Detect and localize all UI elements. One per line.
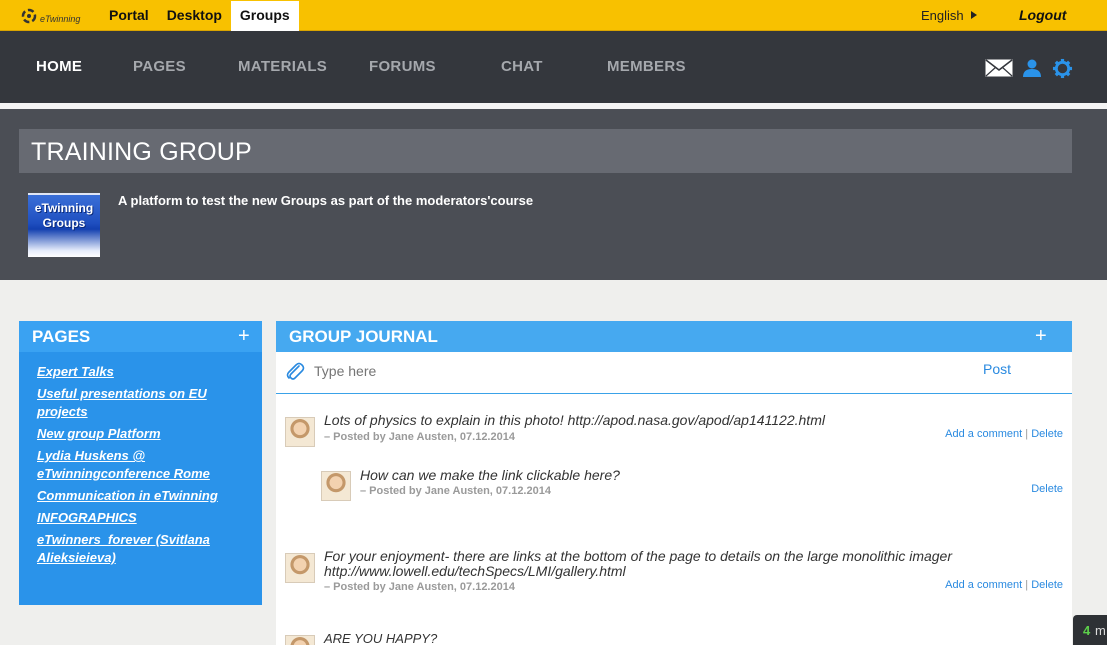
group-title-bar: TRAINING GROUP (19, 129, 1072, 173)
toplink-portal[interactable]: Portal (100, 0, 158, 31)
logo-text: eTwinning (40, 14, 81, 24)
thumbnail-line-1: eTwinning (34, 201, 94, 215)
avatar (285, 635, 315, 645)
entry-actions: Delete (1031, 483, 1063, 495)
entry-meta: – Posted by Jane Austen, 07.12.2014 (360, 485, 551, 497)
etwinning-logo[interactable]: eTwinning (20, 5, 90, 27)
nav-members[interactable]: MEMBERS (607, 58, 686, 75)
add-comment-link[interactable]: Add a comment (945, 579, 1022, 591)
page-link-lydia-huskens[interactable]: Lydia Huskens @ eTwinningconference Rome (37, 447, 252, 483)
group-journal: GROUP JOURNAL + Post Lots of physics to … (276, 321, 1072, 645)
delete-link[interactable]: Delete (1031, 483, 1063, 495)
delete-link[interactable]: Delete (1031, 579, 1063, 591)
journal-compose: Post (276, 352, 1072, 394)
journal-entry: ARE YOU HAPPY? (276, 627, 1072, 645)
top-links: Portal Desktop Groups (100, 0, 299, 31)
group-title: TRAINING GROUP (31, 138, 252, 166)
entry-message-line-1: For your enjoyment- there are links at t… (324, 548, 953, 564)
attachment-paperclip-icon[interactable] (284, 361, 306, 383)
pages-panel-title: PAGES (32, 327, 91, 346)
nav-materials[interactable]: MATERIALS (238, 58, 327, 75)
nav-forums[interactable]: FORUMS (369, 58, 436, 75)
language-selector[interactable]: English (921, 8, 964, 23)
top-bar: eTwinning Portal Desktop Groups English … (0, 0, 1107, 31)
avatar (285, 417, 315, 447)
toplink-groups[interactable]: Groups (230, 1, 299, 31)
journal-entry: Lots of physics to explain in this photo… (276, 405, 1072, 455)
page-link-expert-talks[interactable]: Expert Talks (37, 363, 252, 381)
thumbnail-line-2: Groups (42, 216, 86, 230)
group-header: TRAINING GROUP eTwinning Groups A platfo… (0, 109, 1107, 280)
entry-actions: Add a comment | Delete (945, 579, 1063, 591)
nav-home[interactable]: HOME (36, 58, 82, 75)
separator: | (1025, 579, 1029, 591)
page-link-infographics[interactable]: INFOGRAPHICS (37, 509, 252, 527)
nav-chat[interactable]: CHAT (501, 58, 543, 75)
pages-list: Expert Talks Useful presentations on EU … (37, 363, 252, 571)
pages-panel-header: PAGES + (19, 321, 262, 352)
delete-link[interactable]: Delete (1031, 428, 1063, 440)
mail-icon[interactable] (985, 59, 1013, 77)
entry-meta: – Posted by Jane Austen, 07.12.2014 (324, 431, 515, 443)
chat-label: m (1095, 623, 1106, 638)
entry-message: ARE YOU HAPPY? (324, 631, 438, 645)
journal-reply: How can we make the link clickable here?… (276, 461, 1072, 511)
journal-entry: For your enjoyment- there are links at t… (276, 541, 1072, 601)
add-journal-plus-icon[interactable]: + (1035, 326, 1047, 346)
page-link-new-group-platform[interactable]: New group Platform (37, 425, 252, 443)
entry-message: How can we make the link clickable here? (360, 467, 620, 483)
pages-panel: PAGES + Expert Talks Useful presentation… (19, 321, 262, 605)
page-link-communication[interactable]: Communication in eTwinning (37, 487, 252, 505)
avatar (285, 553, 315, 583)
chat-widget[interactable]: 4 m (1073, 615, 1107, 645)
page-link-etwinners-forever[interactable]: eTwinners_forever (Svitlana Alieksieieva… (37, 531, 252, 567)
group-thumbnail-label: eTwinning Groups (28, 201, 100, 231)
entry-message: Lots of physics to explain in this photo… (324, 412, 825, 428)
settings-gear-icon[interactable] (1052, 58, 1073, 79)
avatar (321, 471, 351, 501)
entry-meta: – Posted by Jane Austen, 07.12.2014 (324, 581, 515, 593)
group-description: A platform to test the new Groups as par… (118, 193, 534, 208)
add-page-plus-icon[interactable]: + (238, 326, 250, 346)
language-arrow-icon[interactable] (971, 11, 977, 19)
page-link-useful-presentations[interactable]: Useful presentations on EU projects (37, 385, 252, 421)
nav-pages[interactable]: PAGES (133, 58, 186, 75)
separator: | (1025, 428, 1029, 440)
etwinning-logo-icon (21, 8, 37, 24)
group-thumbnail: eTwinning Groups (28, 193, 100, 257)
journal-post-input[interactable] (314, 360, 914, 382)
chat-count: 4 (1083, 623, 1091, 638)
entry-message-line-2: http://www.lowell.edu/techSpecs/LMI/gall… (324, 563, 626, 579)
entry-actions: Add a comment | Delete (945, 428, 1063, 440)
journal-title: GROUP JOURNAL (289, 327, 438, 346)
logout-link[interactable]: Logout (1019, 7, 1066, 23)
journal-header: GROUP JOURNAL + (276, 321, 1072, 352)
add-comment-link[interactable]: Add a comment (945, 428, 1022, 440)
post-button[interactable]: Post (983, 361, 1011, 377)
user-icon[interactable] (1022, 58, 1042, 78)
toplink-desktop[interactable]: Desktop (158, 0, 231, 31)
main-nav: HOME PAGES MATERIALS FORUMS CHAT MEMBERS (0, 31, 1107, 103)
